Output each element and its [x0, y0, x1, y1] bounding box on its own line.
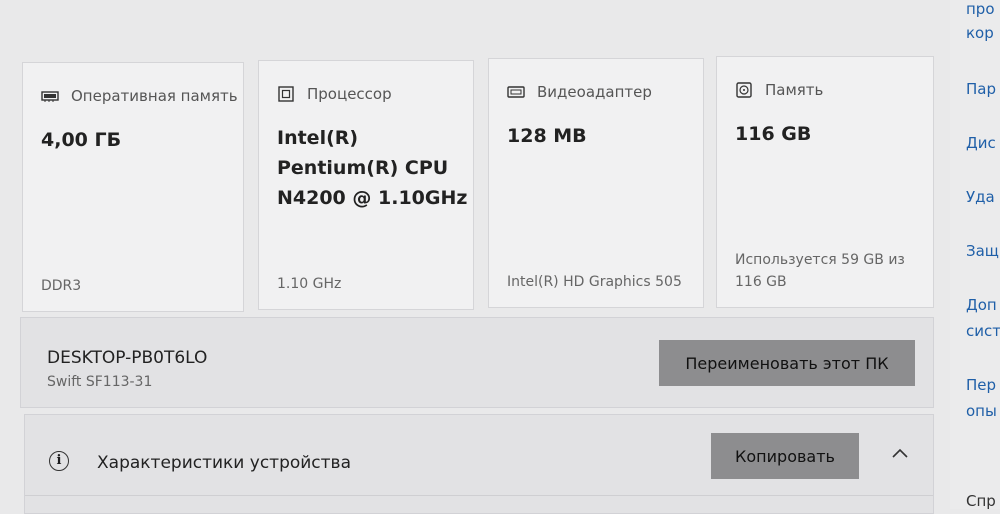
chevron-up-icon[interactable] [889, 443, 911, 465]
storage-usage: Используется 59 GB из 116 GB [735, 249, 905, 293]
storage-card-header: Память [735, 81, 823, 99]
sidebar-heading: Спр [966, 492, 996, 509]
divider [25, 495, 933, 496]
cpu-card-title: Процессор [307, 85, 392, 103]
sidebar-link[interactable]: Пер [966, 376, 996, 394]
pc-model: Swift SF113-31 [47, 374, 153, 390]
cpu-card-header: Процессор [277, 85, 392, 103]
sidebar-link[interactable]: Доп [966, 296, 997, 314]
sidebar-link[interactable]: сист [966, 322, 1000, 340]
rename-pc-button[interactable]: Переименовать этот ПК [659, 340, 915, 386]
cpu-icon [278, 86, 294, 102]
pc-name: DESKTOP-PB0T6LO [47, 348, 208, 368]
cpu-card: Процессор Intel(R) Pentium(R) CPU N4200 … [258, 60, 474, 310]
storage-usage-line: Используется 59 GB из [735, 252, 905, 268]
gpu-memory: 128 MB [507, 125, 587, 147]
device-specs-title: Характеристики устройства [97, 453, 351, 473]
cpu-frequency: 1.10 GHz [277, 276, 342, 292]
storage-capacity: 116 GB [735, 123, 812, 145]
ram-card: Оперативная память 4,00 ГБ DDR3 [22, 62, 244, 312]
gpu-card: Видеоадаптер 128 MB Intel(R) HD Graphics… [488, 58, 704, 308]
ram-icon [41, 91, 59, 102]
cpu-model: Intel(R) Pentium(R) CPU N4200 @ 1.10GHz [277, 123, 467, 213]
gpu-name: Intel(R) HD Graphics 505 [507, 274, 682, 290]
info-icon: i [49, 451, 69, 471]
sidebar-link[interactable]: опы [966, 402, 997, 420]
copy-button[interactable]: Копировать [711, 433, 859, 479]
sidebar-link[interactable]: Пар [966, 80, 996, 98]
gpu-icon [507, 86, 525, 98]
storage-usage-line: 116 GB [735, 274, 787, 290]
ram-card-header: Оперативная память [41, 87, 238, 105]
storage-icon [736, 82, 752, 98]
cpu-model-line: Intel(R) [277, 127, 359, 149]
gpu-card-title: Видеоадаптер [537, 83, 652, 101]
ram-card-title: Оперативная память [71, 87, 238, 105]
sidebar-link[interactable]: Дис [966, 134, 996, 152]
ram-amount: 4,00 ГБ [41, 129, 122, 151]
pc-name-panel: DESKTOP-PB0T6LO Swift SF113-31 Переимено… [20, 317, 934, 408]
sidebar-link[interactable]: кор [966, 24, 994, 42]
sidebar-link[interactable]: про [966, 0, 995, 18]
gpu-card-header: Видеоадаптер [507, 83, 652, 101]
storage-card-title: Память [765, 81, 824, 99]
sidebar-link[interactable]: Защ [966, 242, 999, 260]
storage-card: Память 116 GB Используется 59 GB из 116 … [716, 56, 934, 308]
cpu-model-line: N4200 @ 1.10GHz [277, 187, 468, 209]
cpu-model-line: Pentium(R) CPU [277, 157, 449, 179]
device-specs-panel: i Характеристики устройства Копировать [24, 414, 934, 514]
ram-type: DDR3 [41, 278, 82, 294]
related-settings-sidebar: про кор Пар Дис Уда Защ Доп сист Пер опы… [950, 0, 1000, 509]
sidebar-link[interactable]: Уда [966, 188, 995, 206]
